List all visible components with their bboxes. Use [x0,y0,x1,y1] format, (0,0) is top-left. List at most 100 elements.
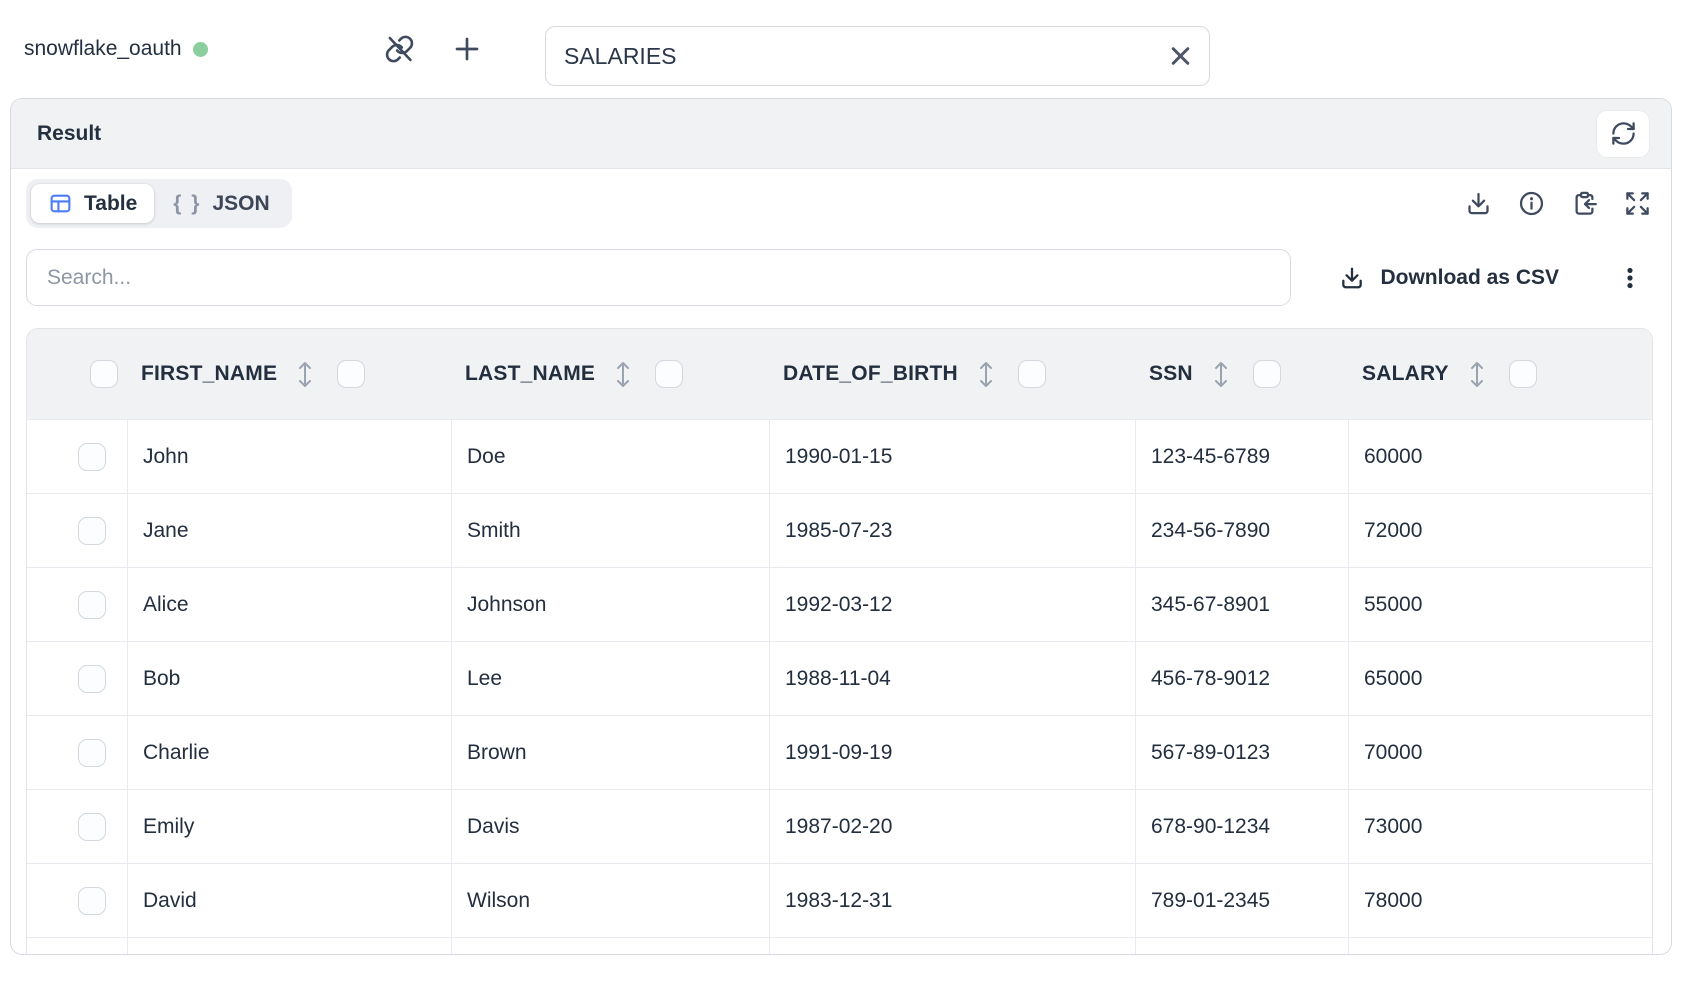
column-header[interactable]: LAST_NAME [451,329,769,419]
unlink-icon [384,34,415,65]
table-cell: John [127,419,451,493]
column-header[interactable]: FIRST_NAME [127,329,451,419]
table-cell [127,937,451,955]
add-tab-button[interactable] [451,33,483,65]
table-cell: 1983-12-31 [769,863,1135,937]
table-cell: 1990-01-15 [769,419,1135,493]
sort-icon[interactable] [1213,359,1229,390]
column-checkbox[interactable] [337,360,365,388]
row-checkbox[interactable] [78,591,106,619]
fullscreen-button[interactable] [1624,190,1651,217]
column-header-label: DATE_OF_BIRTH [783,362,958,386]
download-csv-button[interactable]: Download as CSV [1339,265,1559,291]
table-name-input[interactable] [545,26,1210,86]
table-cell: 1992-03-12 [769,567,1135,641]
result-panel: Result [10,98,1672,955]
column-checkbox[interactable] [1509,360,1537,388]
row-select-cell [27,493,127,567]
column-header[interactable]: SALARY [1348,329,1652,419]
table-cell: 123-45-6789 [1135,419,1348,493]
table-cell: Emily [127,789,451,863]
column-checkbox[interactable] [655,360,683,388]
table-cell: 789-01-2345 [1135,863,1348,937]
column-header-label: FIRST_NAME [141,362,277,386]
row-select-cell [27,567,127,641]
kebab-menu-icon [1617,265,1643,291]
info-icon [1518,190,1545,217]
table-cell: Brown [451,715,769,789]
select-all-checkbox[interactable] [90,360,118,388]
tab-json[interactable]: { } JSON [156,184,286,223]
copy-to-clipboard-button[interactable] [1571,190,1598,217]
column-header[interactable]: DATE_OF_BIRTH [769,329,1135,419]
clipboard-paste-icon [1571,190,1598,217]
table-cell: Lee [451,641,769,715]
table-cell [769,937,1135,955]
row-select-cell [27,419,127,493]
connection-bar: snowflake_oauth [0,0,1682,98]
table-name-field [545,26,1210,86]
download-csv-label: Download as CSV [1380,266,1559,290]
download-button[interactable] [1465,190,1492,217]
expand-icon [1624,190,1651,217]
column-header-label: LAST_NAME [465,362,595,386]
row-select-cell [27,863,127,937]
table-cell: Charlie [127,715,451,789]
tab-json-label: JSON [212,191,269,216]
table-cell [451,937,769,955]
result-table: FIRST_NAME LAST_NAME DATE_OF_BIRTH SSN SALAR… [26,328,1653,955]
table-grid-icon [48,191,73,216]
refresh-button[interactable] [1597,111,1649,157]
tab-table-label: Table [84,191,137,216]
table-cell: Smith [451,493,769,567]
sort-icon[interactable] [1469,359,1485,390]
table-cell: 70000 [1348,715,1652,789]
table-cell: Alice [127,567,451,641]
table-cell: 1991-09-19 [769,715,1135,789]
table-cell: 1985-07-23 [769,493,1135,567]
table-controls: Download as CSV [26,249,1653,306]
row-checkbox[interactable] [78,665,106,693]
connection-name: snowflake_oauth [24,37,182,61]
info-button[interactable] [1518,190,1545,217]
table-cell [1135,937,1348,955]
clear-input-button[interactable] [1167,43,1194,70]
column-header[interactable]: SSN [1135,329,1348,419]
table-cell: 567-89-0123 [1135,715,1348,789]
disconnect-button[interactable] [384,34,415,65]
result-toolbar: Table { } JSON [26,179,1653,228]
sort-icon[interactable] [978,359,994,390]
column-checkbox[interactable] [1018,360,1046,388]
table-cell [27,937,127,955]
search-input[interactable] [26,249,1291,306]
more-options-button[interactable] [1617,265,1643,291]
row-select-cell [27,641,127,715]
row-checkbox[interactable] [78,517,106,545]
table-cell: 72000 [1348,493,1652,567]
table-cell: 73000 [1348,789,1652,863]
table-cell: Johnson [451,567,769,641]
row-checkbox[interactable] [78,887,106,915]
result-actions [1465,190,1653,217]
table-cell: 345-67-8901 [1135,567,1348,641]
connection-status: snowflake_oauth [24,37,208,61]
table-cell: 55000 [1348,567,1652,641]
table-cell: 65000 [1348,641,1652,715]
row-checkbox[interactable] [78,739,106,767]
view-toggle: Table { } JSON [26,179,292,228]
column-checkbox[interactable] [1253,360,1281,388]
table-cell: Doe [451,419,769,493]
json-braces-icon: { } [173,191,201,216]
result-panel-header: Result [11,99,1671,169]
table-cell: David [127,863,451,937]
header-select-cell [27,329,127,419]
row-checkbox[interactable] [78,813,106,841]
result-panel-body: Table { } JSON [11,169,1671,955]
sort-icon[interactable] [615,359,631,390]
tab-table[interactable]: Table [31,184,154,223]
table-cell: Jane [127,493,451,567]
column-header-label: SALARY [1362,362,1449,386]
sort-icon[interactable] [297,359,313,390]
row-checkbox[interactable] [78,443,106,471]
refresh-icon [1610,120,1637,147]
